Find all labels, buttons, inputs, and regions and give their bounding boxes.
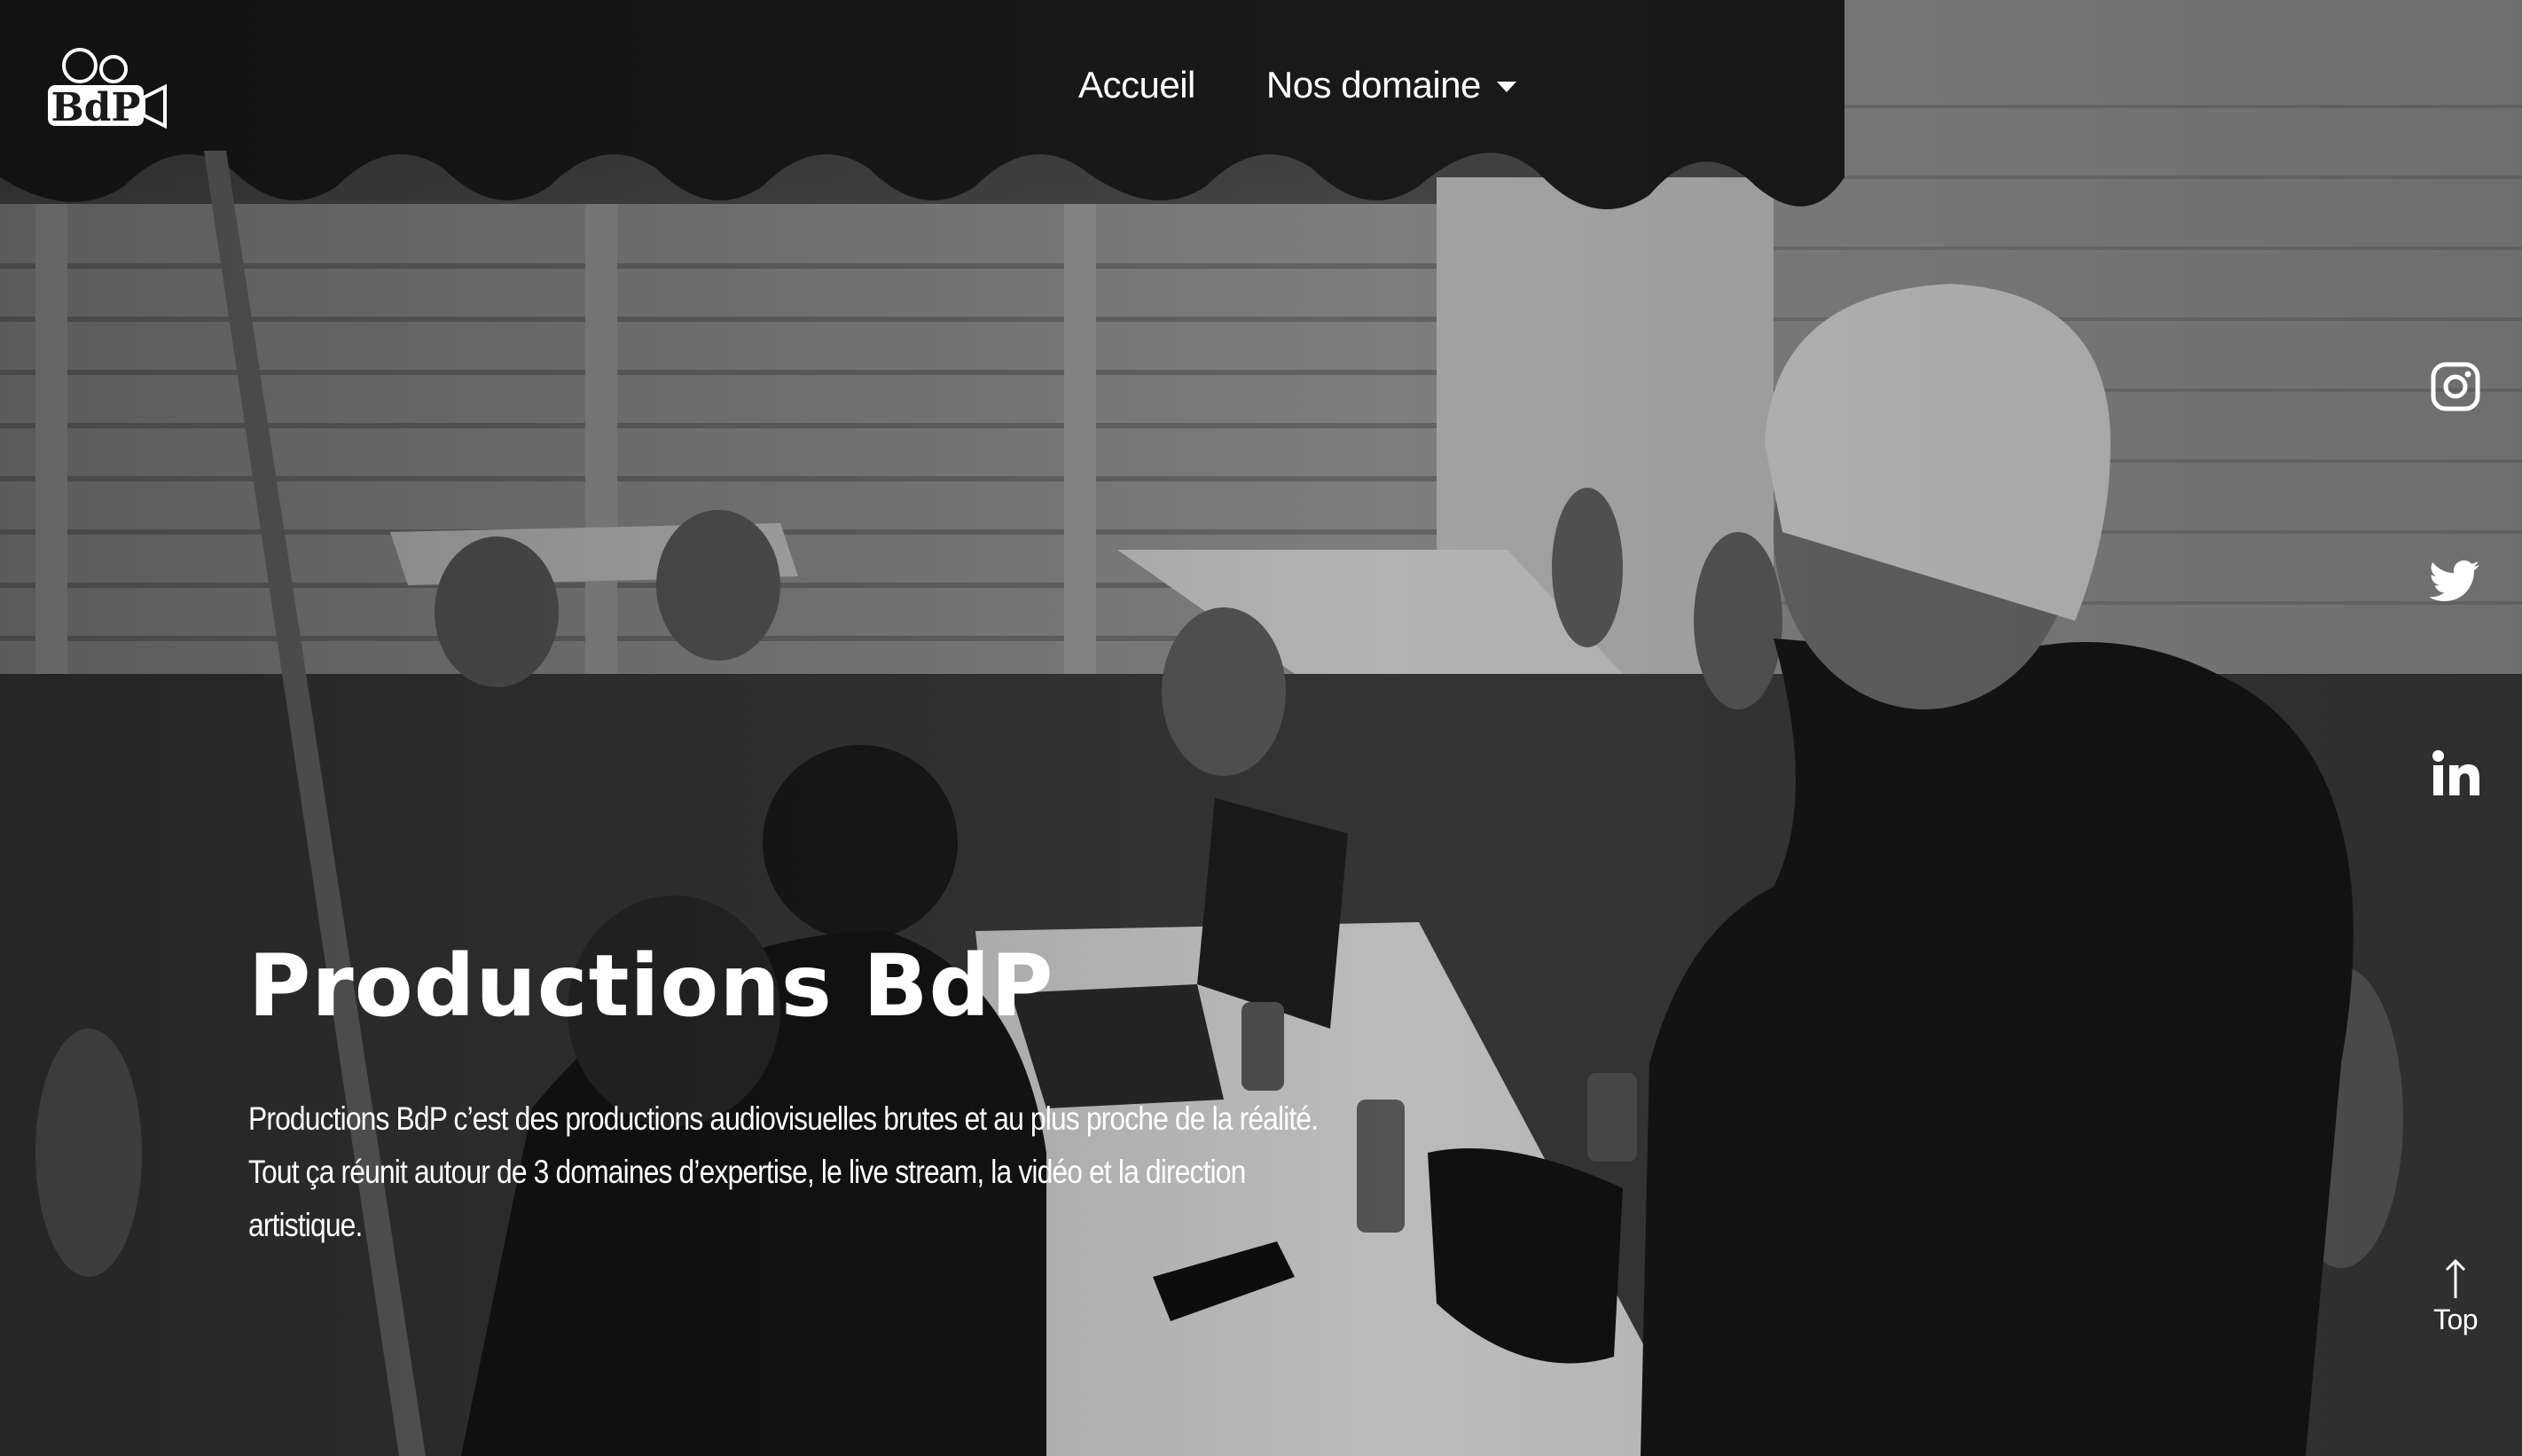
scroll-to-top-label: Top <box>2432 1303 2479 1335</box>
twitter-link[interactable] <box>2430 554 2481 606</box>
main-navigation: Accueil Nos domaine <box>1078 64 1516 106</box>
svg-text:BdP: BdP <box>51 85 140 130</box>
scroll-to-top-button[interactable]: Top <box>2430 1257 2481 1336</box>
hero-title: Productions BdP <box>248 936 1054 1036</box>
caret-down-icon <box>1496 82 1516 92</box>
arrow-up-icon <box>2445 1258 2466 1298</box>
nav-item-accueil[interactable]: Accueil <box>1078 64 1195 106</box>
twitter-icon <box>2430 560 2479 601</box>
linkedin-icon <box>2432 750 2479 795</box>
nav-item-nos-domaine[interactable]: Nos domaine <box>1266 64 1516 106</box>
nav-item-label: Accueil <box>1078 64 1195 106</box>
instagram-icon <box>2431 362 2480 411</box>
bdp-logo[interactable]: BdP <box>46 46 167 131</box>
hero-description: Productions BdP c’est des productions au… <box>248 1100 1319 1243</box>
instagram-link[interactable] <box>2430 361 2481 412</box>
nav-item-label: Nos domaine <box>1265 64 1481 106</box>
linkedin-link[interactable] <box>2430 748 2481 799</box>
